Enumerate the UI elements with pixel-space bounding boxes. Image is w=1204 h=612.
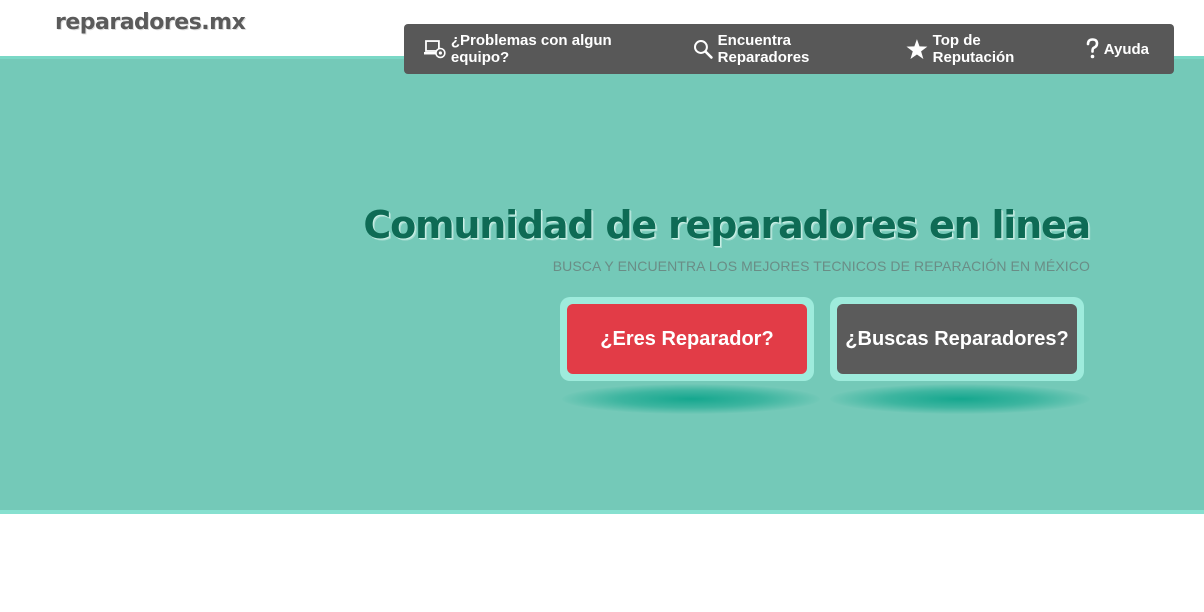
nav-item-problemas[interactable]: ¿Problemas con algun equipo? — [424, 32, 673, 66]
nav-item-top-reputacion[interactable]: Top de Reputación — [906, 32, 1066, 66]
hero-section — [0, 56, 1204, 514]
button-shadow — [830, 384, 1090, 414]
buscas-reparadores-button-frame: ¿Buscas Reparadores? — [830, 297, 1084, 381]
hero-subtitle: BUSCA Y ENCUENTRA LOS MEJORES TECNICOS D… — [552, 258, 1090, 274]
laptop-gear-icon — [424, 40, 446, 59]
nav-item-encuentra[interactable]: Encuentra Reparadores — [693, 32, 886, 66]
button-shadow — [562, 384, 820, 414]
nav-item-label: ¿Problemas con algun equipo? — [450, 32, 612, 66]
star-icon — [906, 38, 928, 59]
question-icon — [1086, 38, 1099, 59]
nav-item-ayuda[interactable]: Ayuda — [1086, 38, 1149, 60]
nav-item-label: Top de Reputación — [932, 32, 1015, 66]
top-nav: ¿Problemas con algun equipo? Encuentra R… — [404, 24, 1174, 74]
nav-item-label: Ayuda — [1103, 40, 1149, 58]
nav-item-label: Encuentra Reparadores — [717, 32, 810, 66]
buscas-reparadores-button[interactable]: ¿Buscas Reparadores? — [837, 304, 1077, 374]
eres-reparador-button-frame: ¿Eres Reparador? — [560, 297, 814, 381]
search-icon — [693, 40, 713, 59]
site-logo[interactable]: reparadores.mx — [55, 10, 246, 35]
eres-reparador-button[interactable]: ¿Eres Reparador? — [567, 304, 807, 374]
hero-title: Comunidad de reparadores en linea — [363, 203, 1091, 247]
